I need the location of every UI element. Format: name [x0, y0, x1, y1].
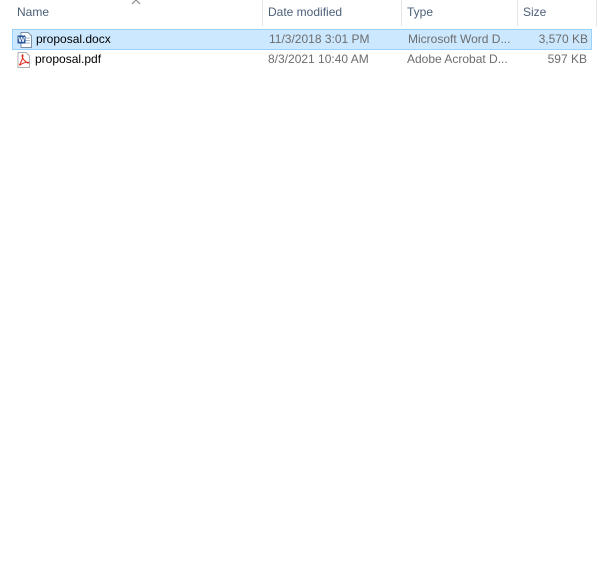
word-document-icon: W — [17, 32, 32, 48]
chevron-up-icon — [131, 0, 141, 5]
file-explorer-details-view: Name Date modified Type Size W proposal.… — [0, 0, 600, 568]
column-divider[interactable] — [596, 0, 597, 26]
column-header-size-label: Size — [523, 5, 547, 19]
file-name: proposal.docx — [36, 32, 111, 46]
column-header-date-label: Date modified — [268, 5, 343, 19]
file-type: Microsoft Word D... — [408, 32, 511, 46]
column-header-type-label: Type — [407, 5, 434, 19]
column-header-type[interactable]: Type — [402, 0, 517, 26]
file-date-modified: 11/3/2018 3:01 PM — [269, 32, 370, 46]
file-row-proposal-pdf[interactable]: proposal.pdf 8/3/2021 10:40 AM Adobe Acr… — [12, 50, 592, 71]
file-type: Adobe Acrobat D... — [407, 52, 508, 66]
file-size: 597 KB — [547, 52, 587, 66]
column-header-name-label: Name — [17, 5, 50, 19]
file-date-modified: 8/3/2021 10:40 AM — [268, 52, 369, 66]
column-header-date[interactable]: Date modified — [263, 0, 401, 26]
svg-text:W: W — [18, 37, 25, 44]
file-size: 3,570 KB — [538, 32, 588, 46]
file-row-proposal-docx[interactable]: W proposal.docx 11/3/2018 3:01 PM Micros… — [12, 29, 592, 50]
column-header-row: Name Date modified Type Size — [0, 0, 600, 26]
column-header-size[interactable]: Size — [518, 0, 596, 26]
pdf-document-icon — [17, 52, 30, 68]
file-name: proposal.pdf — [35, 52, 102, 66]
